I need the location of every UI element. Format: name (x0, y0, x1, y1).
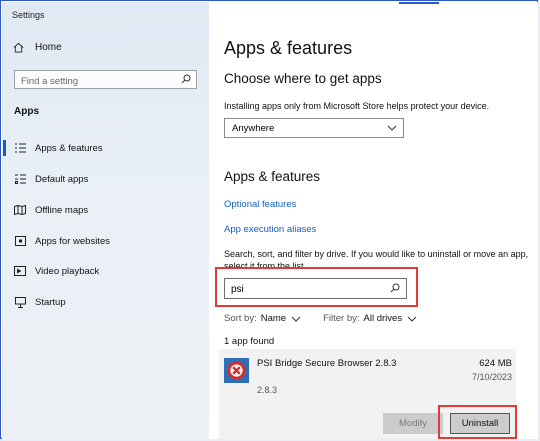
filter-dropdown[interactable]: All drives (364, 313, 418, 324)
sidebar-item-apps-features[interactable]: Apps & features (3, 137, 209, 159)
app-logo-icon (224, 358, 249, 383)
default-apps-icon (14, 173, 26, 185)
dropdown-value: Anywhere (232, 122, 275, 134)
active-indicator (3, 140, 6, 156)
app-search-box[interactable] (224, 278, 407, 299)
app-count: 1 app found (224, 336, 275, 347)
modify-button[interactable]: Modify (383, 413, 443, 434)
sidebar-item-startup[interactable]: Startup (3, 291, 209, 313)
search-icon[interactable] (181, 74, 191, 84)
list-icon (14, 142, 26, 154)
top-accent-line (399, 2, 439, 4)
sidebar: Settings Home Apps Apps & feat (2, 2, 209, 439)
sidebar-item-label: Default apps (35, 173, 89, 185)
section-heading: Apps & features (224, 169, 321, 184)
section-label: Apps (14, 106, 39, 117)
highlight-uninstall (438, 405, 517, 439)
home-icon (13, 42, 24, 53)
sidebar-item-video-playback[interactable]: Video playback (3, 260, 209, 282)
home-label: Home (35, 42, 62, 53)
choose-heading: Choose where to get apps (224, 71, 382, 86)
websites-icon (14, 235, 26, 247)
chevron-down-icon (407, 316, 417, 322)
app-size: 624 MB (479, 358, 512, 369)
optional-features-link[interactable]: Optional features (224, 199, 296, 210)
main-panel: Apps & features Choose where to get apps… (209, 2, 538, 439)
settings-search-box[interactable] (14, 70, 197, 90)
app-source-dropdown[interactable]: Anywhere (224, 118, 404, 138)
page-title: Apps & features (224, 38, 353, 58)
sidebar-item-label: Video playback (35, 265, 100, 277)
settings-window: Settings Home Apps Apps & feat (0, 0, 538, 439)
app-list-item[interactable]: PSI Bridge Secure Browser 2.8.3 2.8.3 62… (219, 349, 517, 439)
startup-icon (14, 296, 26, 308)
sidebar-item-label: Apps for websites (35, 235, 110, 247)
search-icon[interactable] (390, 283, 400, 293)
app-version: 2.8.3 (257, 385, 278, 395)
app-install-date: 7/10/2023 (471, 372, 512, 382)
sidebar-item-offline-maps[interactable]: Offline maps (3, 199, 209, 221)
app-execution-aliases-link[interactable]: App execution aliases (224, 224, 316, 235)
sidebar-item-label: Offline maps (35, 204, 89, 216)
sort-dropdown[interactable]: Name (261, 313, 301, 324)
chevron-down-icon (387, 125, 397, 131)
home-link[interactable]: Home (13, 42, 62, 53)
app-search-input[interactable] (225, 280, 386, 299)
chevron-down-icon (291, 316, 301, 322)
sidebar-item-label: Startup (35, 296, 66, 308)
map-icon (14, 204, 26, 216)
sort-label: Sort by: (224, 313, 257, 324)
settings-search-input[interactable] (15, 73, 179, 90)
sort-filter-row: Sort by: Name Filter by: All drives (224, 313, 417, 324)
filter-label: Filter by: (323, 313, 360, 324)
window-title: Settings (12, 10, 45, 20)
video-icon (14, 265, 26, 277)
sort-value: Name (260, 313, 287, 324)
app-name: PSI Bridge Secure Browser 2.8.3 (257, 358, 397, 369)
sidebar-item-default-apps[interactable]: Default apps (3, 168, 209, 190)
choose-description: Installing apps only from Microsoft Stor… (224, 101, 490, 111)
sidebar-item-apps-websites[interactable]: Apps for websites (3, 230, 209, 252)
filter-value: All drives (363, 313, 403, 324)
sidebar-item-label: Apps & features (35, 142, 103, 154)
